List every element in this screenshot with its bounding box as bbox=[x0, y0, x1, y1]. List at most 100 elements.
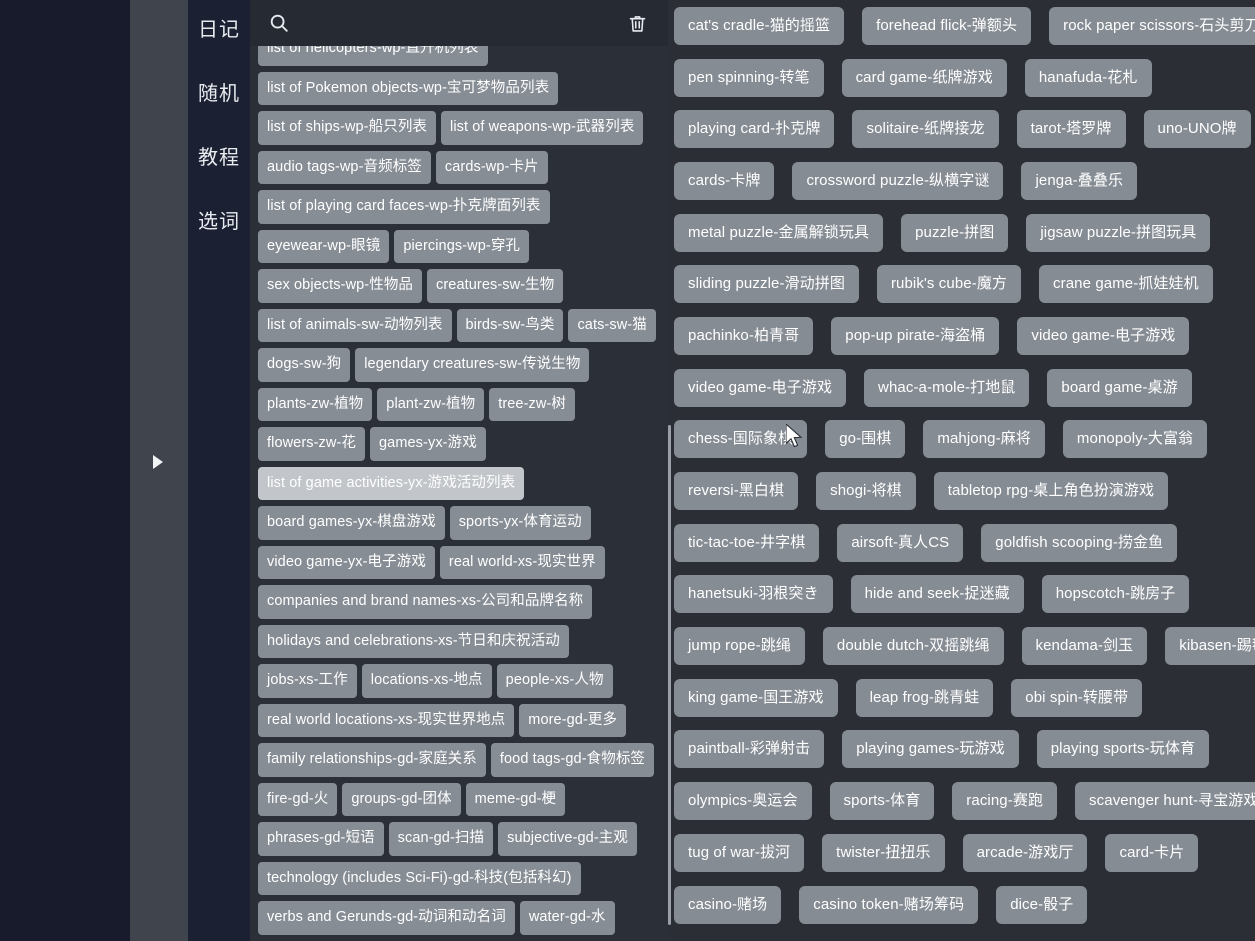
detail-tag[interactable]: playing games-玩游戏 bbox=[842, 730, 1019, 769]
tag-list-item[interactable]: sports-yx-体育运动 bbox=[449, 506, 591, 540]
nav-item-tutorial[interactable]: 教程 bbox=[198, 134, 240, 181]
detail-tag[interactable]: uno-UNO牌 bbox=[1143, 110, 1251, 149]
detail-tag[interactable]: tabletop rpg-桌上角色扮演游戏 bbox=[933, 472, 1169, 511]
detail-tag[interactable]: puzzle-拼图 bbox=[901, 213, 1009, 252]
detail-tag[interactable]: shogi-将棋 bbox=[816, 472, 916, 511]
tag-list-item[interactable]: list of ships-wp-船只列表 bbox=[258, 111, 437, 145]
tag-list-item[interactable]: family relationships-gd-家庭关系 bbox=[258, 743, 486, 777]
tag-list-item[interactable]: real world locations-xs-现实世界地点 bbox=[258, 703, 515, 737]
detail-tag[interactable]: crossword puzzle-纵横字谜 bbox=[792, 161, 1004, 200]
detail-tag[interactable]: airsoft-真人CS bbox=[837, 523, 964, 562]
detail-tag[interactable]: hopscotch-跳房子 bbox=[1041, 575, 1190, 614]
detail-tag[interactable]: rock paper scissors-石头剪刀布 bbox=[1049, 6, 1255, 45]
detail-tag[interactable]: racing-赛跑 bbox=[952, 782, 1058, 821]
detail-tag[interactable]: tic-tac-toe-井字棋 bbox=[674, 523, 820, 562]
detail-tag[interactable]: pachinko-柏青哥 bbox=[674, 316, 814, 355]
detail-tag[interactable]: video game-电子游戏 bbox=[674, 368, 847, 407]
tag-list-item[interactable]: groups-gd-团体 bbox=[342, 782, 461, 816]
tag-list-item[interactable]: jobs-xs-工作 bbox=[258, 664, 357, 698]
tag-list-item[interactable]: dogs-sw-狗 bbox=[258, 348, 351, 382]
tag-list-item[interactable]: verbs and Gerunds-gd-动词和动名词 bbox=[258, 901, 515, 935]
tag-list-item[interactable]: games-yx-游戏 bbox=[370, 427, 486, 461]
detail-tag[interactable]: olympics-奥运会 bbox=[674, 782, 812, 821]
tag-list-item[interactable]: technology (includes Sci-Fi)-gd-科技(包括科幻) bbox=[258, 861, 581, 895]
tag-list-item[interactable]: list of game activities-yx-游戏活动列表 bbox=[258, 466, 525, 500]
nav-item-random[interactable]: 随机 bbox=[198, 70, 240, 117]
detail-tag[interactable]: monopoly-大富翁 bbox=[1062, 420, 1208, 459]
detail-tag[interactable]: board game-桌游 bbox=[1047, 368, 1192, 407]
tag-list-item[interactable]: eyewear-wp-眼镜 bbox=[258, 229, 390, 263]
tag-list-item[interactable]: list of weapons-wp-武器列表 bbox=[441, 111, 644, 145]
tag-list-item[interactable]: board games-yx-棋盘游戏 bbox=[258, 506, 445, 540]
tag-list-item[interactable]: audio tags-wp-音频标签 bbox=[258, 150, 431, 184]
detail-tag[interactable]: cat's cradle-猫的摇篮 bbox=[674, 6, 845, 45]
tag-list-item[interactable]: list of playing card faces-wp-扑克牌面列表 bbox=[258, 190, 550, 224]
tag-list-item[interactable]: scan-gd-扫描 bbox=[388, 822, 494, 856]
detail-tag[interactable]: hanetsuki-羽根突き bbox=[674, 575, 833, 614]
detail-tag[interactable]: casino-赌场 bbox=[674, 885, 782, 924]
detail-tag[interactable]: twister-扭扭乐 bbox=[822, 833, 945, 872]
tag-list-item[interactable]: subjective-gd-主观 bbox=[498, 822, 637, 856]
tag-list-item[interactable]: cats-sw-猫 bbox=[568, 308, 656, 342]
detail-tag[interactable]: chess-国际象棋 bbox=[674, 420, 808, 459]
detail-tag[interactable]: jenga-叠叠乐 bbox=[1021, 161, 1138, 200]
detail-tag[interactable]: playing card-扑克牌 bbox=[674, 110, 835, 149]
detail-tag[interactable]: pop-up pirate-海盗桶 bbox=[831, 316, 1000, 355]
tag-list-item[interactable]: legendary creatures-sw-传说生物 bbox=[355, 348, 590, 382]
search-icon[interactable] bbox=[266, 10, 292, 36]
tag-list-item[interactable]: real world-xs-现实世界 bbox=[439, 545, 605, 579]
detail-tag[interactable]: card-卡片 bbox=[1105, 833, 1199, 872]
tag-list-item[interactable]: more-gd-更多 bbox=[519, 703, 627, 737]
detail-tag[interactable]: double dutch-双摇跳绳 bbox=[822, 627, 1004, 666]
tag-list-item[interactable]: list of helicopters-wp-直升机列表 bbox=[258, 46, 488, 66]
panel-expander-rail[interactable] bbox=[130, 0, 188, 941]
tag-list-item[interactable]: list of animals-sw-动物列表 bbox=[258, 308, 452, 342]
tag-list-item[interactable]: creatures-sw-生物 bbox=[427, 269, 564, 303]
detail-tag[interactable]: dice-骰子 bbox=[996, 885, 1088, 924]
detail-tag[interactable]: kibasen-踢毽子 bbox=[1165, 627, 1255, 666]
detail-tag[interactable]: leap frog-跳青蛙 bbox=[855, 678, 994, 717]
detail-tag[interactable]: forehead flick-弹额头 bbox=[862, 6, 1032, 45]
detail-tag[interactable]: go-围棋 bbox=[825, 420, 906, 459]
detail-tag[interactable]: jump rope-跳绳 bbox=[674, 627, 805, 666]
tag-list-item[interactable]: video game-yx-电子游戏 bbox=[258, 545, 435, 579]
tag-list-item[interactable]: phrases-gd-短语 bbox=[258, 822, 384, 856]
tag-list-item[interactable]: cards-wp-卡片 bbox=[435, 150, 548, 184]
detail-tag[interactable]: sliding puzzle-滑动拼图 bbox=[674, 265, 859, 304]
detail-tag[interactable]: goldfish scooping-捞金鱼 bbox=[981, 523, 1178, 562]
tag-list-item[interactable]: companies and brand names-xs-公司和品牌名称 bbox=[258, 585, 593, 619]
tag-list-item[interactable]: water-gd-水 bbox=[519, 901, 615, 935]
tag-list-item[interactable]: flowers-zw-花 bbox=[258, 427, 366, 461]
detail-tag[interactable]: crane game-抓娃娃机 bbox=[1039, 265, 1213, 304]
detail-tag[interactable]: arcade-游戏厅 bbox=[962, 833, 1088, 872]
detail-tag[interactable]: paintball-彩弹射击 bbox=[674, 730, 825, 769]
tag-list-item[interactable]: people-xs-人物 bbox=[496, 664, 613, 698]
tag-list-item[interactable]: plants-zw-植物 bbox=[258, 387, 373, 421]
tag-list-item[interactable]: tree-zw-树 bbox=[489, 387, 575, 421]
tag-list-item[interactable]: locations-xs-地点 bbox=[361, 664, 492, 698]
detail-tag[interactable]: whac-a-mole-打地鼠 bbox=[864, 368, 1030, 407]
nav-item-select-words[interactable]: 选词 bbox=[198, 198, 240, 245]
tag-list-item[interactable]: fire-gd-火 bbox=[258, 782, 338, 816]
detail-tag[interactable]: mahjong-麻将 bbox=[923, 420, 1045, 459]
tag-list-item[interactable]: holidays and celebrations-xs-节日和庆祝活动 bbox=[258, 624, 569, 658]
detail-tag[interactable]: jigsaw puzzle-拼图玩具 bbox=[1026, 213, 1211, 252]
tag-list-scroll-area[interactable]: list of helicopters-wp-直升机列表 list of Poke… bbox=[250, 46, 668, 941]
detail-tag[interactable]: scavenger hunt-寻宝游戏 bbox=[1075, 782, 1255, 821]
detail-panel-scrollbar[interactable] bbox=[668, 425, 671, 925]
detail-tag[interactable]: obi spin-转腰带 bbox=[1011, 678, 1143, 717]
detail-tag[interactable]: tarot-塔罗牌 bbox=[1016, 110, 1126, 149]
tag-list-item[interactable]: sex objects-wp-性物品 bbox=[258, 269, 423, 303]
tag-list-item[interactable]: birds-sw-鸟类 bbox=[456, 308, 564, 342]
detail-tag[interactable]: tug of war-拔河 bbox=[674, 833, 805, 872]
detail-tag[interactable]: cards-卡牌 bbox=[674, 161, 775, 200]
detail-tag[interactable]: hide and seek-捉迷藏 bbox=[850, 575, 1024, 614]
detail-tag[interactable]: solitaire-纸牌接龙 bbox=[852, 110, 999, 149]
detail-tag[interactable]: pen spinning-转笔 bbox=[674, 58, 824, 97]
tag-list-item[interactable]: food tags-gd-食物标签 bbox=[490, 743, 655, 777]
detail-tag[interactable]: card game-纸牌游戏 bbox=[841, 58, 1007, 97]
tag-list-item[interactable]: plant-zw-植物 bbox=[377, 387, 485, 421]
tag-list-item[interactable]: meme-gd-梗 bbox=[465, 782, 566, 816]
detail-tag[interactable]: hanafuda-花札 bbox=[1024, 58, 1152, 97]
expand-panel-triangle-right-icon[interactable] bbox=[153, 455, 163, 469]
